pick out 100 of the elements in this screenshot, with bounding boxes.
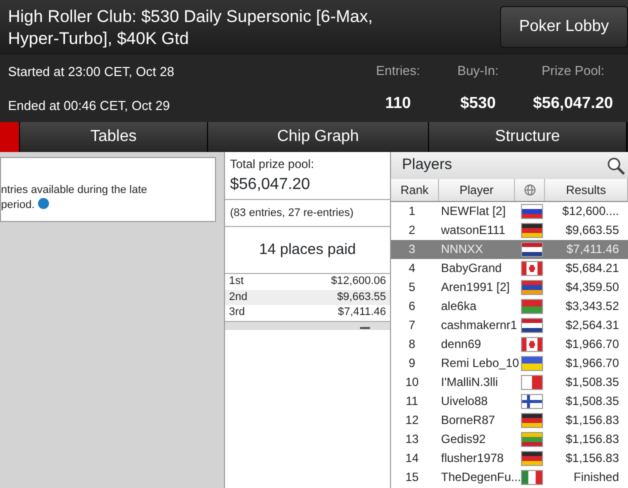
result-cell-text: $1,966.70 xyxy=(564,355,620,372)
flag-icon xyxy=(521,261,543,276)
tab[interactable]: Structure xyxy=(429,122,627,152)
entries-text: (83 entries, 27 re-entries) xyxy=(230,207,354,219)
stat-value: 110 xyxy=(384,94,412,114)
flag-icon xyxy=(521,356,543,371)
player-row[interactable]: 2 watsonE111 $9,663.55 xyxy=(391,221,628,240)
player-row[interactable]: 9 Remi Lebo_10 $1,966.70 xyxy=(391,354,628,373)
player-name: Aren1991 [2] xyxy=(440,279,511,296)
player-row[interactable]: 8 denn69 $1,966.70 xyxy=(391,335,628,354)
player-name: Gedis92 xyxy=(440,431,487,448)
flag-icon xyxy=(521,337,543,352)
flag-icon xyxy=(521,375,543,390)
player-row[interactable]: 7 cashmakernr1 $2,564.31 xyxy=(391,316,628,335)
player-name: NEWFlat [2] xyxy=(440,203,507,220)
players-title: Players xyxy=(401,155,452,176)
player-name: TheDegenFu... xyxy=(440,469,521,486)
player-name: denn69 xyxy=(440,336,482,353)
flag-icon xyxy=(521,204,543,219)
rank-cell-text: 2 xyxy=(408,222,416,239)
info-text: period. xyxy=(1,198,215,213)
prize-amount: $12,600.06 xyxy=(330,274,386,289)
flag-icon xyxy=(521,318,543,333)
end-time: Ended at 00:46 CET, Oct 29 xyxy=(7,96,171,114)
rank-cell-text: 9 xyxy=(408,355,416,372)
stat-label: Buy-In: xyxy=(456,62,500,80)
flag-icon xyxy=(521,470,543,485)
stat-value: $530 xyxy=(459,94,497,114)
total-label: Total prize pool: xyxy=(230,156,316,173)
search-icon[interactable] xyxy=(607,156,625,174)
total-value: $56,047.20 xyxy=(230,175,312,195)
player-name: I'MalliN.3lli xyxy=(440,374,499,391)
result-cell-text: $3,343.52 xyxy=(564,298,620,315)
player-row[interactable]: 13 Gedis92 $1,156.83 xyxy=(391,430,628,449)
result-cell-text: $1,156.83 xyxy=(564,431,620,448)
flag-icon xyxy=(521,299,543,314)
stat-label: Prize Pool: xyxy=(540,62,606,80)
player-row[interactable]: 4 BabyGrand $5,684.21 xyxy=(391,259,628,278)
result-cell-text: $7,411.46 xyxy=(566,241,620,258)
rank-cell-text: 12 xyxy=(404,412,420,429)
flag-icon xyxy=(521,413,543,428)
column-header[interactable]: Results xyxy=(545,179,628,201)
result-cell-text: $9,663.55 xyxy=(564,222,620,239)
rank-cell-text: 5 xyxy=(408,279,416,296)
result-cell-text: $12,600.... xyxy=(561,203,620,220)
flag-icon xyxy=(521,223,543,238)
tab[interactable]: Tables xyxy=(20,122,208,152)
stat-label: Entries: xyxy=(374,62,422,80)
place-label: 1st xyxy=(229,274,244,289)
result-cell-text: $1,966.70 xyxy=(564,336,620,353)
player-name: Uivelo88 xyxy=(440,393,489,410)
flag-icon xyxy=(521,451,543,466)
rank-cell-text: 7 xyxy=(408,317,416,334)
result-cell-text: $4,359.50 xyxy=(564,279,620,296)
rank-cell-text: 15 xyxy=(404,469,420,486)
result-cell-text: $1,156.83 xyxy=(564,412,620,429)
result-cell-text: $1,508.35 xyxy=(564,393,620,410)
lobby-button[interactable]: Poker Lobby xyxy=(500,6,628,48)
rank-cell-text: 14 xyxy=(404,450,420,467)
player-row[interactable]: 6 ale6ka $3,343.52 xyxy=(391,297,628,316)
player-name: cashmakernr1 xyxy=(440,317,518,334)
tab[interactable]: Chip Graph xyxy=(208,122,429,152)
start-time: Started at 23:00 CET, Oct 28 xyxy=(7,63,174,81)
column-header[interactable]: Player xyxy=(439,179,515,201)
place-label: 3rd xyxy=(229,305,245,320)
player-name: ale6ka xyxy=(440,298,478,315)
tab[interactable] xyxy=(0,122,20,152)
player-name: flusher1978 xyxy=(440,450,505,467)
rank-cell-text: 4 xyxy=(408,260,416,277)
player-row[interactable]: 5 Aren1991 [2] $4,359.50 xyxy=(391,278,628,297)
column-header[interactable]: Rank xyxy=(391,179,439,201)
flag-icon xyxy=(521,280,543,295)
player-name: Remi Lebo_10 xyxy=(440,355,520,372)
result-cell-text: $1,156.83 xyxy=(564,450,620,467)
player-name: BorneR87 xyxy=(440,412,496,429)
places-paid: 14 places paid xyxy=(259,240,356,258)
player-row[interactable]: 15 TheDegenFu... Finished xyxy=(391,468,628,487)
player-name: watsonE111 xyxy=(440,222,506,239)
player-row[interactable]: 12 BorneR87 $1,156.83 xyxy=(391,411,628,430)
rank-cell-text: 13 xyxy=(404,431,420,448)
player-row[interactable]: 11 Uivelo88 $1,508.35 xyxy=(391,392,628,411)
rank-cell-text: 8 xyxy=(408,336,416,353)
tournament-title: High Roller Club: $530 Daily Supersonic [6-Max, Hyper-Turbo], $40K Gtd xyxy=(7,6,374,50)
stat-value: $56,047.20 xyxy=(532,94,614,114)
result-cell-text: $5,684.21 xyxy=(564,260,620,277)
player-row[interactable]: 14 flusher1978 $1,156.83 xyxy=(391,449,628,468)
globe-icon[interactable] xyxy=(524,184,536,196)
rank-cell-text: 6 xyxy=(408,298,416,315)
info-text: ntries available during the late xyxy=(1,183,148,198)
player-name: BabyGrand xyxy=(440,260,503,277)
result-cell-text: $1,508.35 xyxy=(564,374,620,391)
rank-cell-text: 3 xyxy=(408,241,416,258)
result-cell-text: $2,564.31 xyxy=(564,317,620,334)
rank-cell-text: 11 xyxy=(404,393,420,410)
flag-icon xyxy=(521,242,543,257)
rank-cell-text: 10 xyxy=(404,374,420,391)
rank-cell-text: 1 xyxy=(408,203,416,220)
player-row[interactable]: 1 NEWFlat [2] $12,600.... xyxy=(391,202,628,221)
prize-amount: $7,411.46 xyxy=(338,305,386,320)
player-row[interactable]: 10 I'MalliN.3lli $1,508.35 xyxy=(391,373,628,392)
